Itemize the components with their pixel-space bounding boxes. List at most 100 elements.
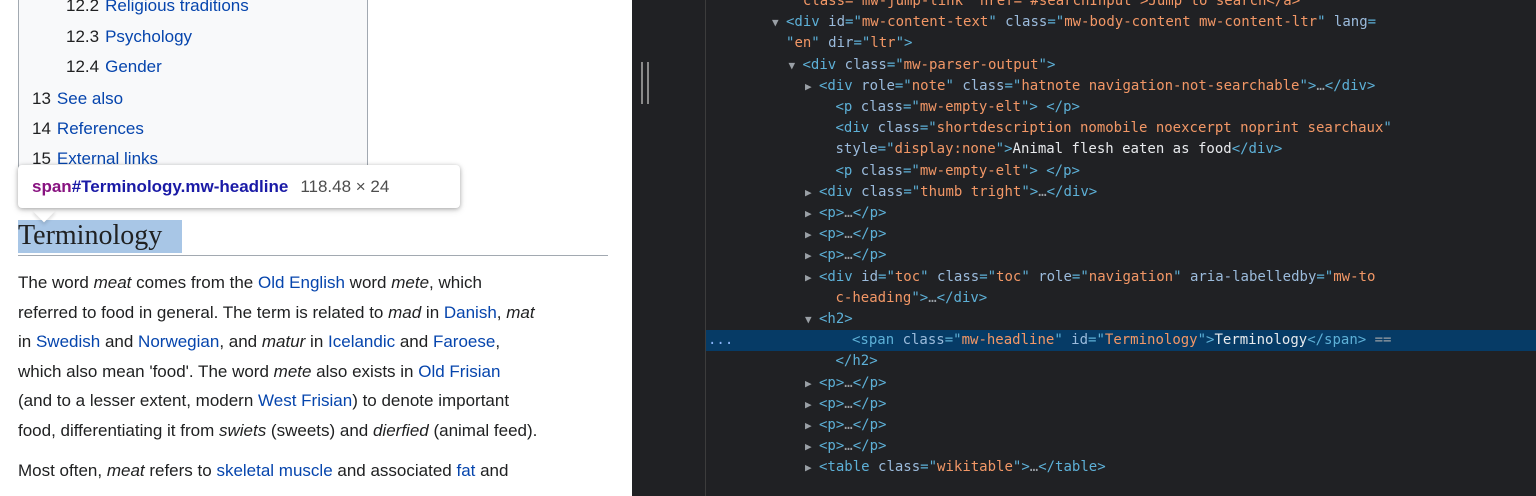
collapse-triangle-icon[interactable]: ▶: [805, 245, 819, 266]
collapse-triangle-icon[interactable]: ▶: [805, 267, 819, 288]
dom-node-content: style="display:none">Animal flesh eaten …: [822, 139, 1283, 160]
token-an: class: [860, 99, 903, 115]
token-an: class: [860, 162, 903, 179]
token-av: mw-headline: [961, 332, 1055, 349]
collapse-triangle-icon[interactable]: ▶: [805, 394, 819, 415]
collapse-triangle-icon[interactable]: ▶: [805, 203, 819, 224]
token-tg: <p>: [819, 205, 845, 221]
link-danish[interactable]: Danish: [444, 303, 497, 322]
token-av: navigation: [1088, 268, 1174, 285]
devtools-elements-panel[interactable]: " class="mw-jump-link" href="#searchInpu…: [706, 0, 1536, 496]
collapse-triangle-icon[interactable]: ▶: [805, 457, 819, 478]
collapse-triangle-icon[interactable]: ▶: [805, 182, 819, 203]
token-an: class: [844, 56, 887, 73]
text: comes from the: [131, 273, 258, 292]
token-tg: <div: [786, 14, 829, 31]
token-tg: <p>: [819, 395, 845, 412]
toc-item-14[interactable]: 14 References: [32, 118, 144, 140]
token-av: toc: [996, 268, 1022, 285]
link-swedish[interactable]: Swedish: [36, 332, 100, 351]
link-old-frisian[interactable]: Old Frisian: [418, 362, 500, 381]
expand-triangle-icon[interactable]: ▼: [789, 55, 803, 76]
token-tg: =": [979, 268, 997, 285]
link-norwegian[interactable]: Norwegian: [138, 332, 219, 351]
text: ,: [495, 332, 501, 351]
token-tg: ": [920, 268, 938, 285]
token-av: toc: [894, 268, 921, 285]
token-tg: ">: [1197, 332, 1215, 349]
more-options-icon[interactable]: ...: [706, 330, 733, 351]
token-tg: ">: [1299, 77, 1317, 94]
dom-node-content: ▼ <h2>: [805, 309, 853, 330]
link-icelandic[interactable]: Icelandic: [328, 332, 395, 351]
token-tg: <p: [835, 99, 861, 115]
token-dots: …: [1316, 77, 1325, 94]
link-west-frisian[interactable]: West Frisian: [258, 391, 352, 410]
token-tg: </div>: [1046, 183, 1098, 200]
token-tg: =": [944, 332, 962, 349]
token-tg: ">: [1021, 183, 1039, 200]
token-tg: =": [902, 162, 920, 179]
link-fat[interactable]: fat: [456, 461, 475, 480]
token-tg: ": [1054, 332, 1072, 349]
token-tg: <p>: [819, 417, 845, 433]
link-skeletal-muscle[interactable]: skeletal muscle: [216, 461, 332, 480]
token-dots: …: [844, 205, 853, 221]
tooltip-text: span#Terminology.mw-headline 118.48 × 24: [32, 176, 389, 198]
collapse-triangle-icon[interactable]: ▶: [805, 76, 819, 97]
dom-node-content: ▶ <p>…</p>: [805, 394, 886, 415]
token-an: class: [861, 183, 904, 200]
text: The word: [18, 273, 94, 292]
heading-divider: [18, 255, 608, 256]
section-heading: Terminology: [18, 220, 163, 251]
toc-link[interactable]: References: [57, 119, 144, 138]
token-av: mw-body-content mw-content-ltr: [1064, 14, 1318, 31]
link-old-english[interactable]: Old English: [258, 273, 345, 292]
toc-item-12-2[interactable]: 12.2 Religious traditions: [66, 0, 249, 17]
toc-number: 12.4: [66, 57, 100, 76]
link-faroese[interactable]: Faroese: [433, 332, 495, 351]
collapse-triangle-icon[interactable]: ▶: [805, 415, 819, 436]
token-tg: ">: [995, 141, 1013, 158]
token-tg: </p>: [852, 247, 887, 264]
dom-node-content: ▶ <div role="note" class="hatnote navigat…: [805, 76, 1375, 97]
token-av: thumb tright: [920, 183, 1022, 200]
token-an: role: [861, 77, 895, 94]
token-dots: …: [1038, 183, 1047, 200]
text: in: [305, 332, 329, 351]
collapse-triangle-icon[interactable]: ▶: [805, 436, 819, 457]
token-tg: =": [903, 183, 921, 200]
toc-item-13[interactable]: 13 See also: [32, 88, 123, 110]
text-line: food, differentiating it from swiets (sw…: [18, 416, 618, 446]
toc-number: 14: [32, 119, 51, 138]
token-tg: =": [886, 56, 904, 73]
text: which also mean 'food'. The word: [18, 361, 274, 381]
dom-node-content: ▶ <p>…</p>: [805, 224, 886, 245]
toc-number: 13: [32, 89, 51, 108]
collapse-triangle-icon[interactable]: ▶: [805, 373, 819, 394]
text: Most often,: [18, 461, 107, 480]
expand-triangle-icon[interactable]: ▼: [772, 12, 786, 33]
token-av: shortdescription nomobile noexcerpt nopr…: [936, 120, 1384, 137]
token-tg: =": [877, 141, 895, 158]
expand-triangle-icon[interactable]: ▼: [805, 309, 819, 330]
text: food, differentiating it from: [18, 420, 219, 440]
dom-node-content: " class="mw-jump-link" href="#searchInpu…: [772, 0, 1300, 12]
toc-link[interactable]: See also: [57, 89, 123, 108]
toc-link[interactable]: Gender: [105, 57, 162, 76]
token-av: Terminology: [1104, 332, 1198, 349]
token-an: class: [937, 268, 980, 285]
drag-handle-icon[interactable]: [641, 62, 649, 104]
collapse-triangle-icon[interactable]: ▶: [805, 224, 819, 245]
token-dots: …: [844, 247, 853, 264]
token-tg: </table>: [1038, 459, 1106, 476]
dom-node-selected[interactable]: <span class="mw-headline" id="Terminolog…: [706, 330, 1536, 352]
toc-link[interactable]: Psychology: [105, 27, 192, 46]
toc-item-12-3[interactable]: 12.3 Psychology: [66, 26, 192, 48]
token-tg: "> </p>: [1020, 162, 1080, 179]
toc-item-12-4[interactable]: 12.4 Gender: [66, 56, 162, 78]
token-dots: …: [844, 226, 853, 243]
dom-node-content: ▼ <div id="mw-content-text" class="mw-bod…: [772, 12, 1376, 33]
toc-link[interactable]: Religious traditions: [105, 0, 249, 15]
token-an: style: [835, 141, 878, 158]
